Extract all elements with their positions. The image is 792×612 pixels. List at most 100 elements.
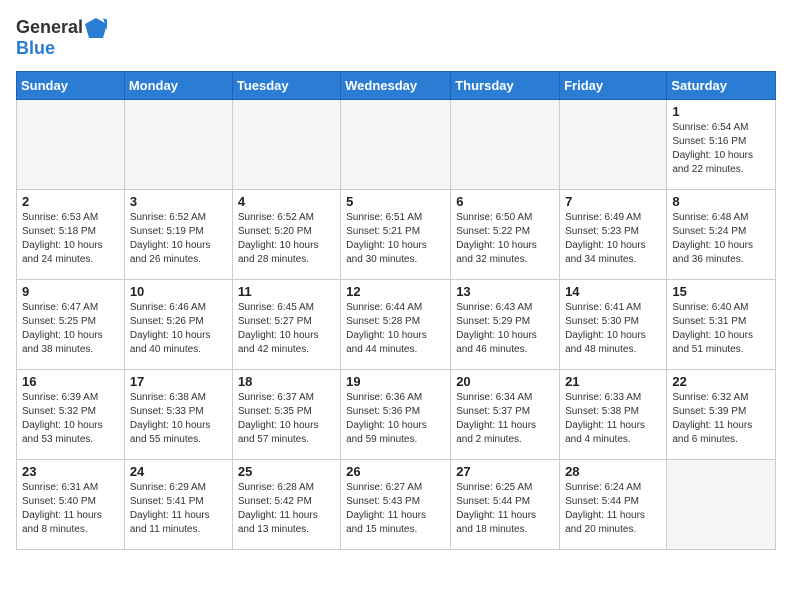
calendar-week-row: 2 Sunrise: 6:53 AM Sunset: 5:18 PM Daylig…	[17, 190, 776, 280]
calendar-day-cell: 28 Sunrise: 6:24 AM Sunset: 5:44 PM Dayli…	[560, 460, 667, 550]
day-info: Sunrise: 6:34 AM Sunset: 5:37 PM Dayligh…	[456, 391, 554, 447]
day-number: 24	[130, 464, 227, 479]
weekday-header: Tuesday	[232, 72, 340, 100]
calendar-day-cell: 2 Sunrise: 6:53 AM Sunset: 5:18 PM Daylig…	[17, 190, 125, 280]
day-number: 4	[238, 194, 335, 209]
calendar-day-cell: 23 Sunrise: 6:31 AM Sunset: 5:40 PM Dayli…	[17, 460, 125, 550]
day-number: 10	[130, 284, 227, 299]
day-number: 15	[672, 284, 770, 299]
calendar-day-cell: 12 Sunrise: 6:44 AM Sunset: 5:28 PM Dayli…	[341, 280, 451, 370]
day-number: 28	[565, 464, 661, 479]
day-info: Sunrise: 6:33 AM Sunset: 5:38 PM Dayligh…	[565, 391, 661, 447]
calendar-week-row: 16 Sunrise: 6:39 AM Sunset: 5:32 PM Dayli…	[17, 370, 776, 460]
day-number: 2	[22, 194, 119, 209]
day-info: Sunrise: 6:29 AM Sunset: 5:41 PM Dayligh…	[130, 481, 227, 537]
calendar-day-cell: 19Sunrise: 6:36 AM Sunset: 5:36 PM Dayli…	[341, 370, 451, 460]
calendar-day-cell	[667, 460, 776, 550]
day-info: Sunrise: 6:46 AM Sunset: 5:26 PM Dayligh…	[130, 301, 227, 357]
day-info: Sunrise: 6:40 AM Sunset: 5:31 PM Dayligh…	[672, 301, 770, 357]
calendar-day-cell: 16 Sunrise: 6:39 AM Sunset: 5:32 PM Dayli…	[17, 370, 125, 460]
day-number: 5	[346, 194, 445, 209]
day-number: 16	[22, 374, 119, 389]
calendar-day-cell	[17, 100, 125, 190]
calendar-day-cell: 26 Sunrise: 6:27 AM Sunset: 5:43 PM Dayli…	[341, 460, 451, 550]
day-info: Sunrise: 6:43 AM Sunset: 5:29 PM Dayligh…	[456, 301, 554, 357]
weekday-header-row: SundayMondayTuesdayWednesdayThursdayFrid…	[17, 72, 776, 100]
day-number: 22	[672, 374, 770, 389]
day-number: 21	[565, 374, 661, 389]
day-info: Sunrise: 6:50 AM Sunset: 5:22 PM Dayligh…	[456, 211, 554, 267]
weekday-header: Thursday	[451, 72, 560, 100]
calendar-day-cell: 9Sunrise: 6:47 AM Sunset: 5:25 PM Daylig…	[17, 280, 125, 370]
calendar-day-cell: 18 Sunrise: 6:37 AM Sunset: 5:35 PM Dayli…	[232, 370, 340, 460]
weekday-header: Monday	[124, 72, 232, 100]
calendar-day-cell: 3 Sunrise: 6:52 AM Sunset: 5:19 PM Daylig…	[124, 190, 232, 280]
calendar-day-cell: 11Sunrise: 6:45 AM Sunset: 5:27 PM Dayli…	[232, 280, 340, 370]
logo-blue: Blue	[16, 38, 55, 59]
day-number: 25	[238, 464, 335, 479]
calendar-day-cell: 10 Sunrise: 6:46 AM Sunset: 5:26 PM Dayli…	[124, 280, 232, 370]
day-info: Sunrise: 6:32 AM Sunset: 5:39 PM Dayligh…	[672, 391, 770, 447]
calendar-week-row: 23 Sunrise: 6:31 AM Sunset: 5:40 PM Dayli…	[17, 460, 776, 550]
calendar-day-cell	[560, 100, 667, 190]
day-info: Sunrise: 6:47 AM Sunset: 5:25 PM Dayligh…	[22, 301, 119, 357]
calendar-day-cell: 17Sunrise: 6:38 AM Sunset: 5:33 PM Dayli…	[124, 370, 232, 460]
day-info: Sunrise: 6:27 AM Sunset: 5:43 PM Dayligh…	[346, 481, 445, 537]
calendar-day-cell: 7Sunrise: 6:49 AM Sunset: 5:23 PM Daylig…	[560, 190, 667, 280]
calendar-day-cell: 15 Sunrise: 6:40 AM Sunset: 5:31 PM Dayli…	[667, 280, 776, 370]
day-info: Sunrise: 6:48 AM Sunset: 5:24 PM Dayligh…	[672, 211, 770, 267]
weekday-header: Saturday	[667, 72, 776, 100]
logo-icon	[85, 16, 107, 38]
calendar-day-cell	[341, 100, 451, 190]
day-number: 14	[565, 284, 661, 299]
calendar-day-cell: 1 Sunrise: 6:54 AM Sunset: 5:16 PM Daylig…	[667, 100, 776, 190]
day-info: Sunrise: 6:31 AM Sunset: 5:40 PM Dayligh…	[22, 481, 119, 537]
day-info: Sunrise: 6:37 AM Sunset: 5:35 PM Dayligh…	[238, 391, 335, 447]
calendar-day-cell: 4 Sunrise: 6:52 AM Sunset: 5:20 PM Daylig…	[232, 190, 340, 280]
day-number: 23	[22, 464, 119, 479]
calendar-day-cell: 8 Sunrise: 6:48 AM Sunset: 5:24 PM Daylig…	[667, 190, 776, 280]
day-number: 6	[456, 194, 554, 209]
day-info: Sunrise: 6:45 AM Sunset: 5:27 PM Dayligh…	[238, 301, 335, 357]
calendar-day-cell: 22 Sunrise: 6:32 AM Sunset: 5:39 PM Dayli…	[667, 370, 776, 460]
calendar-day-cell: 21 Sunrise: 6:33 AM Sunset: 5:38 PM Dayli…	[560, 370, 667, 460]
calendar-day-cell: 20Sunrise: 6:34 AM Sunset: 5:37 PM Dayli…	[451, 370, 560, 460]
day-number: 18	[238, 374, 335, 389]
calendar-day-cell: 14Sunrise: 6:41 AM Sunset: 5:30 PM Dayli…	[560, 280, 667, 370]
day-info: Sunrise: 6:52 AM Sunset: 5:20 PM Dayligh…	[238, 211, 335, 267]
calendar-week-row: 9Sunrise: 6:47 AM Sunset: 5:25 PM Daylig…	[17, 280, 776, 370]
weekday-header: Friday	[560, 72, 667, 100]
calendar-table: SundayMondayTuesdayWednesdayThursdayFrid…	[16, 71, 776, 550]
calendar-day-cell	[232, 100, 340, 190]
day-info: Sunrise: 6:36 AM Sunset: 5:36 PM Dayligh…	[346, 391, 445, 447]
day-number: 1	[672, 104, 770, 119]
day-number: 26	[346, 464, 445, 479]
day-number: 3	[130, 194, 227, 209]
calendar-day-cell: 5Sunrise: 6:51 AM Sunset: 5:21 PM Daylig…	[341, 190, 451, 280]
calendar-day-cell: 6 Sunrise: 6:50 AM Sunset: 5:22 PM Daylig…	[451, 190, 560, 280]
weekday-header: Wednesday	[341, 72, 451, 100]
day-info: Sunrise: 6:38 AM Sunset: 5:33 PM Dayligh…	[130, 391, 227, 447]
weekday-header: Sunday	[17, 72, 125, 100]
calendar-day-cell: 25 Sunrise: 6:28 AM Sunset: 5:42 PM Dayli…	[232, 460, 340, 550]
day-info: Sunrise: 6:25 AM Sunset: 5:44 PM Dayligh…	[456, 481, 554, 537]
day-info: Sunrise: 6:54 AM Sunset: 5:16 PM Dayligh…	[672, 121, 770, 177]
calendar-day-cell: 27 Sunrise: 6:25 AM Sunset: 5:44 PM Dayli…	[451, 460, 560, 550]
calendar-day-cell: 24 Sunrise: 6:29 AM Sunset: 5:41 PM Dayli…	[124, 460, 232, 550]
day-info: Sunrise: 6:44 AM Sunset: 5:28 PM Dayligh…	[346, 301, 445, 357]
calendar-week-row: 1 Sunrise: 6:54 AM Sunset: 5:16 PM Daylig…	[17, 100, 776, 190]
page-header: GeneralBlue	[16, 16, 776, 59]
day-info: Sunrise: 6:39 AM Sunset: 5:32 PM Dayligh…	[22, 391, 119, 447]
logo: GeneralBlue	[16, 16, 107, 59]
day-number: 8	[672, 194, 770, 209]
day-number: 13	[456, 284, 554, 299]
day-info: Sunrise: 6:24 AM Sunset: 5:44 PM Dayligh…	[565, 481, 661, 537]
day-number: 12	[346, 284, 445, 299]
calendar-day-cell: 13 Sunrise: 6:43 AM Sunset: 5:29 PM Dayli…	[451, 280, 560, 370]
day-info: Sunrise: 6:28 AM Sunset: 5:42 PM Dayligh…	[238, 481, 335, 537]
day-info: Sunrise: 6:52 AM Sunset: 5:19 PM Dayligh…	[130, 211, 227, 267]
day-number: 27	[456, 464, 554, 479]
day-info: Sunrise: 6:49 AM Sunset: 5:23 PM Dayligh…	[565, 211, 661, 267]
calendar-day-cell	[124, 100, 232, 190]
day-info: Sunrise: 6:53 AM Sunset: 5:18 PM Dayligh…	[22, 211, 119, 267]
